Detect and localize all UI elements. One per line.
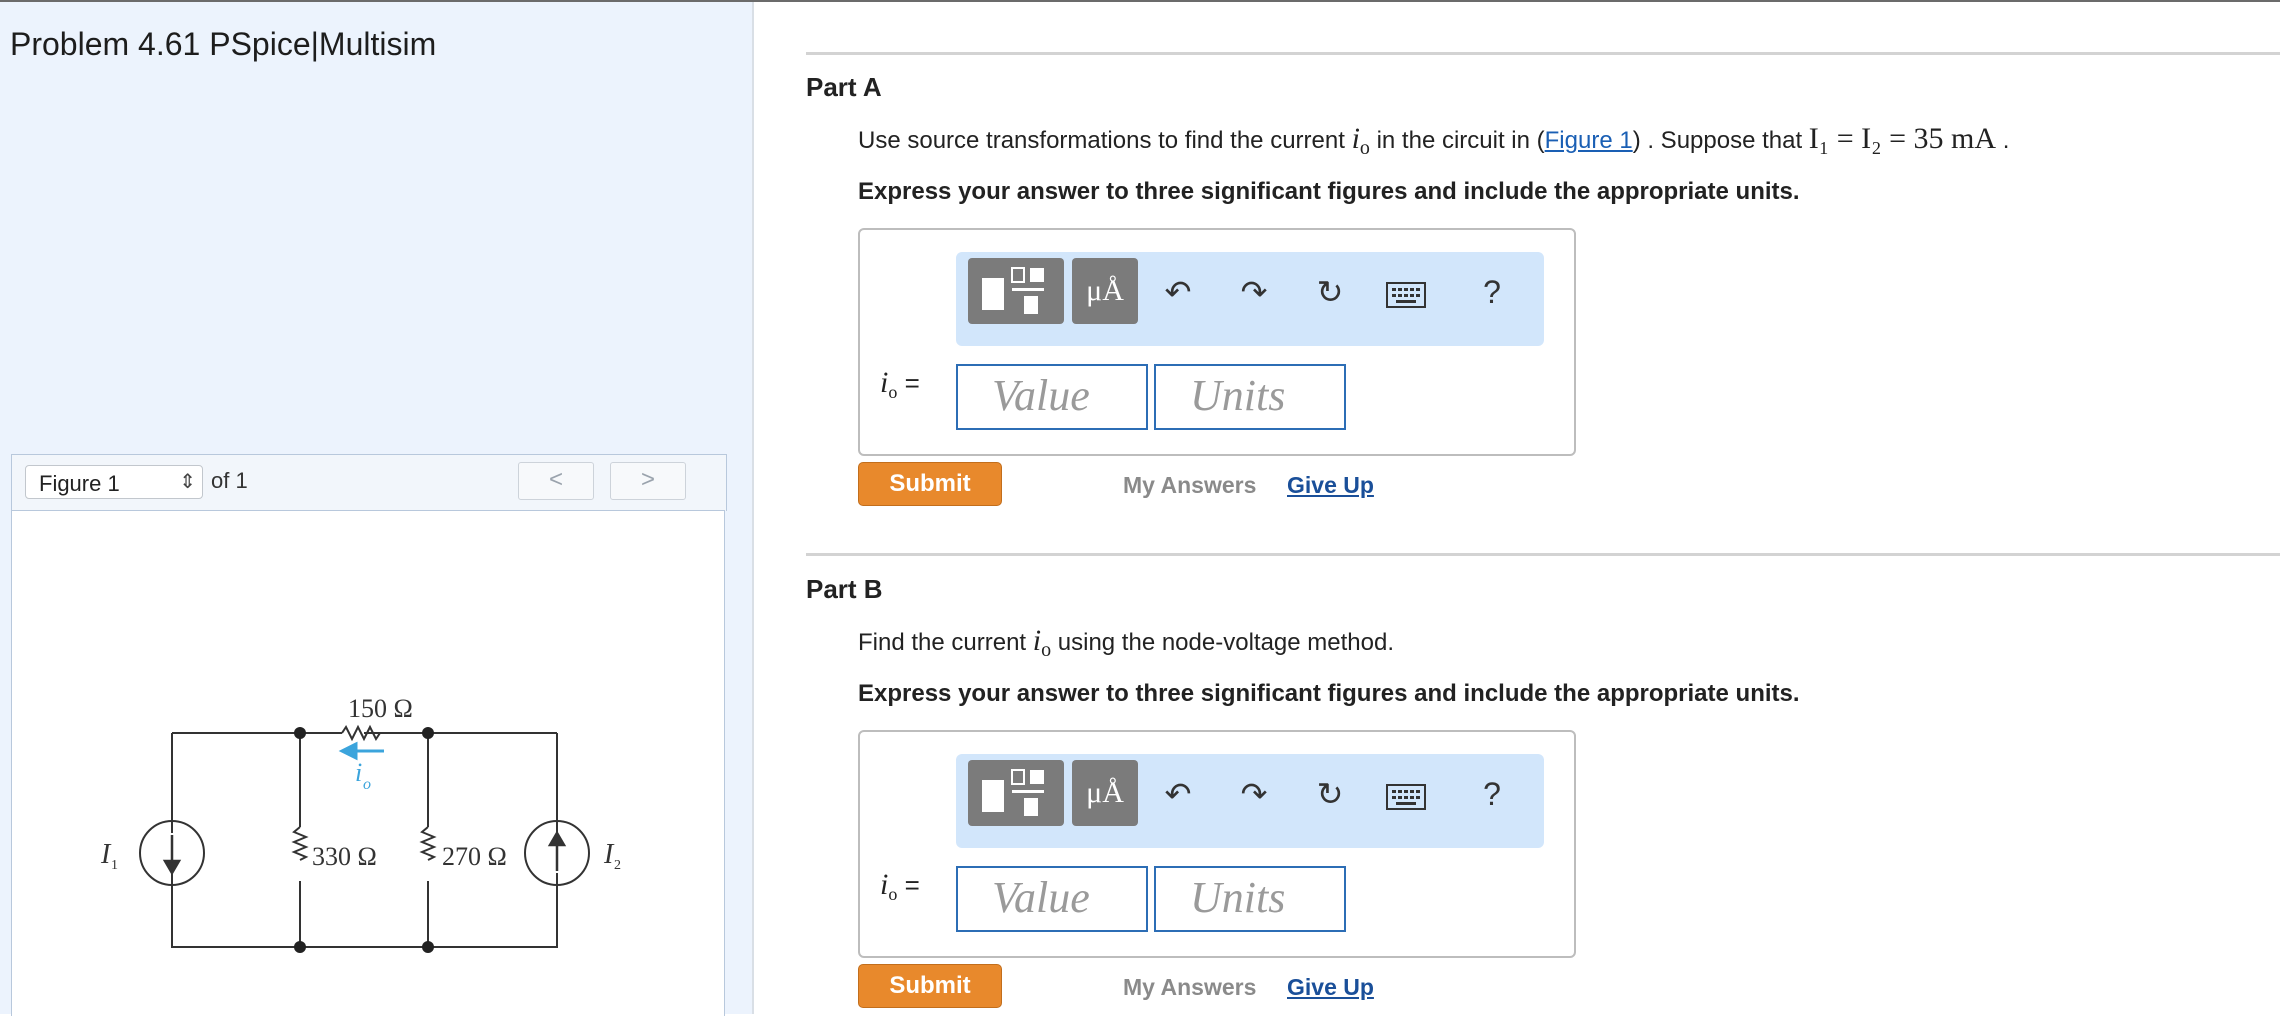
part-b-submit-button[interactable]: Submit — [858, 964, 1002, 1008]
part-b-answer-box: μÅ ↶ ↷ ↻ ? io = Value Units — [858, 730, 1576, 958]
part-b-var: i — [1032, 624, 1042, 657]
part-b-answer-label: io = — [880, 868, 920, 905]
figure-1-link[interactable]: Figure 1 — [1545, 127, 1633, 154]
chevron-right-icon: > — [640, 466, 655, 493]
part-a-instruction: Express your answer to three significant… — [858, 178, 1800, 205]
part-b-units-input[interactable]: Units — [1154, 866, 1346, 932]
templates-button[interactable] — [968, 258, 1064, 324]
part-b-my-answers[interactable]: My Answers — [1123, 974, 1256, 1001]
figure-panel: 150 Ω 330 Ω 270 Ω I 1 I 2 i o — [11, 510, 725, 1016]
figure-count: of 1 — [211, 468, 248, 493]
part-a-math-toolbar: μÅ ↶ ↷ ↻ ? — [956, 252, 1544, 346]
problem-title: Problem 4.61 PSpice|Multisim — [10, 26, 437, 62]
resistor-270 — [419, 826, 437, 861]
part-a-my-answers[interactable]: My Answers — [1123, 472, 1256, 499]
part-b-prompt: Find the current io using the node-volta… — [858, 624, 1394, 662]
part-a-give-up-link[interactable]: Give Up — [1287, 472, 1374, 499]
help-button[interactable]: ? — [1462, 764, 1522, 824]
redo-icon[interactable]: ↷ — [1224, 262, 1284, 322]
part-a-answer-var-sub: o — [888, 382, 898, 403]
templates-icon — [982, 769, 1044, 816]
part-a-submit-button[interactable]: Submit — [858, 462, 1002, 506]
units-button[interactable]: μÅ — [1072, 760, 1138, 826]
part-a-equals: = — [904, 368, 920, 398]
figure-select-value: Figure 1 — [39, 471, 120, 496]
part-a-prompt-text: Use source transformations to find the c… — [858, 127, 1352, 154]
help-button[interactable]: ? — [1462, 262, 1522, 322]
label-270: 270 Ω — [442, 842, 507, 871]
part-a-divider — [806, 52, 2280, 55]
part-a-var: i — [1351, 122, 1360, 155]
part-a-answer-box: μÅ ↶ ↷ ↻ ? io = Value Units — [858, 228, 1576, 456]
label-150: 150 Ω — [348, 694, 413, 723]
part-a-units-input[interactable]: Units — [1154, 364, 1346, 430]
part-a-prompt-end: . — [1996, 127, 2010, 154]
part-a-prompt: Use source transformations to find the c… — [858, 122, 2009, 160]
part-b-equals: = — [904, 870, 920, 900]
part-a-value-input[interactable]: Value — [956, 364, 1148, 430]
keyboard-icon[interactable] — [1376, 764, 1436, 824]
part-b-give-up-link[interactable]: Give Up — [1287, 974, 1374, 1001]
undo-icon[interactable]: ↶ — [1148, 262, 1208, 322]
pane-divider — [752, 2, 754, 1014]
part-a-answer-label: io = — [880, 366, 920, 403]
label-i2-sub: 2 — [614, 858, 621, 873]
part-a-title: Part A — [806, 72, 882, 102]
part-b-divider — [806, 553, 2280, 556]
part-b-prompt-text: Find the current — [858, 629, 1033, 656]
part-b-title: Part B — [806, 574, 883, 604]
templates-icon — [982, 267, 1044, 314]
figure-select[interactable]: Figure 1 ⇕ — [25, 465, 203, 499]
redo-icon[interactable]: ↷ — [1224, 764, 1284, 824]
label-io: i — [355, 758, 362, 787]
circuit-diagram: 150 Ω 330 Ω 270 Ω I 1 I 2 i o — [100, 694, 621, 953]
undo-icon[interactable]: ↶ — [1148, 764, 1208, 824]
wire-bottom — [171, 873, 558, 948]
part-a-given-math: I₁ = I₂ = 35 mA — [1808, 122, 1997, 155]
label-i1-sub: 1 — [111, 858, 118, 873]
units-button[interactable]: μÅ — [1072, 258, 1138, 324]
select-updown-icon: ⇕ — [179, 471, 196, 493]
label-io-sub: o — [363, 776, 371, 793]
next-figure-button[interactable]: > — [610, 462, 686, 500]
part-b-math-toolbar: μÅ ↶ ↷ ↻ ? — [956, 754, 1544, 848]
part-b-instruction: Express your answer to three significant… — [858, 680, 1800, 707]
keyboard-icon[interactable] — [1376, 262, 1436, 322]
previous-figure-button[interactable]: < — [518, 462, 594, 500]
part-b-var-sub: o — [1041, 638, 1052, 661]
reset-icon[interactable]: ↻ — [1300, 262, 1360, 322]
templates-button[interactable] — [968, 760, 1064, 826]
figure-navigation-bar: Figure 1 ⇕ of 1 < > — [11, 454, 727, 511]
part-b-answer-var-sub: o — [888, 884, 898, 905]
problem-pane: Problem 4.61 PSpice|Multisim Figure 1 ⇕ … — [0, 2, 752, 1016]
part-a-prompt-post: ) . Suppose that — [1632, 127, 1809, 154]
part-a-var-sub: o — [1359, 136, 1370, 159]
part-b-value-input[interactable]: Value — [956, 866, 1148, 932]
resistor-330 — [291, 826, 309, 861]
part-a-prompt-mid: in the circuit in ( — [1369, 127, 1545, 154]
chevron-left-icon: < — [548, 466, 563, 493]
label-330: 330 Ω — [312, 842, 377, 871]
reset-icon[interactable]: ↻ — [1300, 764, 1360, 824]
part-b-prompt-post: using the node-voltage method. — [1051, 629, 1394, 656]
